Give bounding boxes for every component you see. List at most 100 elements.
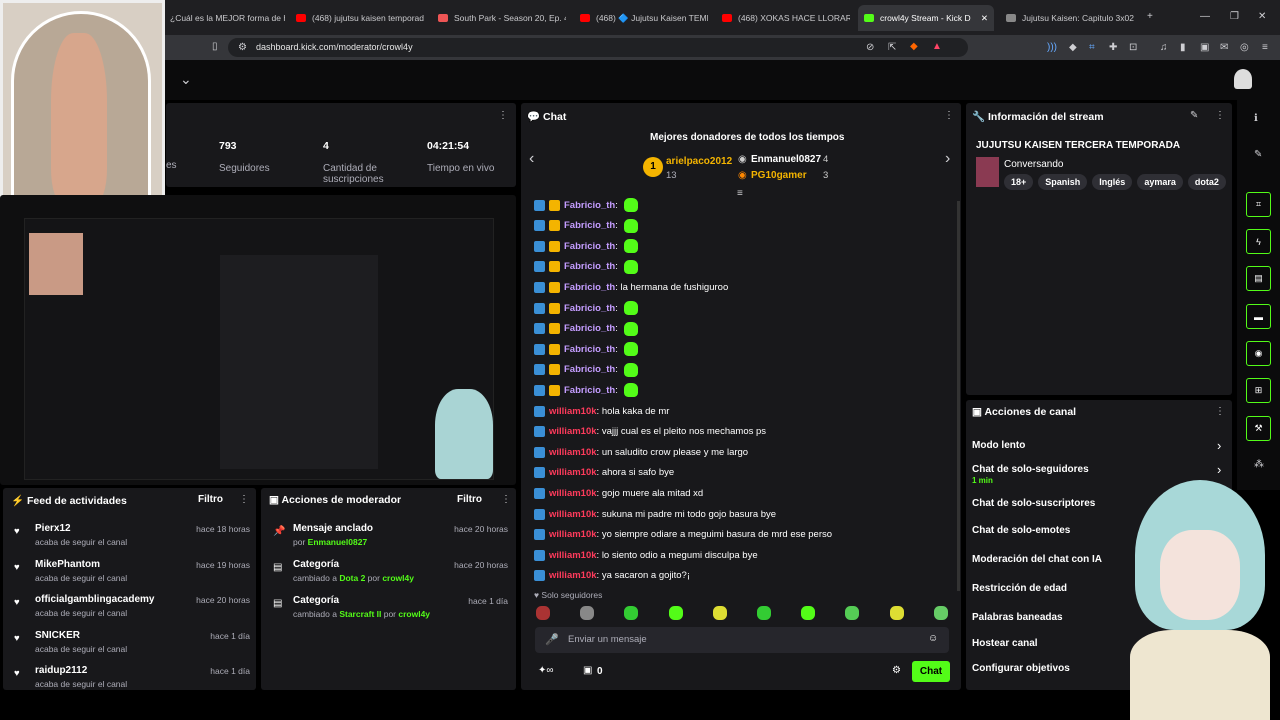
gift-icon[interactable]: ▣ [583,665,592,676]
chat-message[interactable]: william10k: lo siento odio a megumi disc… [534,547,758,563]
emote-icon[interactable] [757,606,771,620]
vpn-icon[interactable]: ✉ [1220,43,1228,53]
chat-username[interactable]: william10k [549,447,597,458]
browser-tab[interactable]: (468) XOKAS HACE LLORAR A [722,5,850,31]
chat-message[interactable]: william10k: hola kaka de mr [534,403,669,419]
more-options-icon[interactable]: ⋮ [498,111,508,121]
chat-message[interactable]: william10k: ya sacaron a gojito?¡ [534,568,690,584]
activity-filter-button[interactable]: Filtro [198,494,223,505]
chat-input[interactable]: 🎤 Enviar un mensaje ☺ [535,627,949,653]
chat-message[interactable]: Fabricio_th: [534,218,639,234]
channel-action-item[interactable]: Palabras baneadas [972,612,1063,623]
channel-action-item[interactable]: Chat de solo-suscriptores [972,498,1095,509]
collapse-icon[interactable]: ≡ [737,189,743,199]
close-tab-icon[interactable]: ✕ [981,13,988,24]
chevron-right-icon[interactable]: › [1217,438,1221,453]
channel-action-item[interactable]: Chat de solo-seguidores 1 min [972,464,1089,485]
activity-item[interactable]: ♥ officialgamblingacademy acaba de seguir … [14,594,250,618]
chat-username[interactable]: Fabricio_th [564,220,615,231]
chevron-down-icon[interactable]: ⌄ [180,72,192,86]
stream-tag[interactable]: Inglés [1092,174,1133,190]
sidebar-icon[interactable]: ▮ [1180,43,1186,53]
shapes-icon[interactable]: ⁂ [1254,460,1264,470]
menu-icon[interactable]: ≡ [1262,43,1268,53]
emote-icon[interactable] [580,606,595,620]
channel-action-item[interactable]: Hostear canal [972,638,1038,649]
mod-action-item[interactable]: 📌 Mensaje anclado por Enmanuel0827 hace 20 … [273,523,508,547]
chat-bubble-icon[interactable]: ▬ [1246,304,1271,329]
chat-message[interactable]: william10k: sukuna mi padre mi todo gojo… [534,506,776,522]
chat-username[interactable]: Fabricio_th [564,344,615,355]
emote-icon[interactable] [624,606,639,620]
chat-message[interactable]: william10k: un saludito crow please y me… [534,444,748,460]
wallet-icon[interactable]: ▣ [1200,43,1209,53]
browser-tab[interactable]: Jujutsu Kaisen: Capitulo 3x02 [1006,5,1136,31]
site-settings-icon[interactable]: ⚙ [238,43,247,53]
emote-icon[interactable] [712,606,727,620]
lightning-icon[interactable]: ϟ [1246,229,1271,254]
activity-item[interactable]: ♥ SNICKER acaba de seguir el canal hace 1 d… [14,630,250,654]
chat-message[interactable]: william10k: ahora si safo bye [534,465,674,481]
browser-tab-active[interactable]: crowl4y Stream - Kick D ✕ [858,5,994,31]
preview-video[interactable] [24,218,494,480]
chat-message[interactable]: Fabricio_th: [534,259,639,275]
activity-item[interactable]: ♥ raidup2112 acaba de seguir el canal hace … [14,665,250,689]
emote-icon[interactable] [933,606,948,620]
maximize-icon[interactable]: ❐ [1230,12,1239,22]
bookmark-icon[interactable]: ▯ [212,42,218,52]
chat-message[interactable]: Fabricio_th: [534,321,639,337]
puzzle-icon[interactable]: ✚ [1109,43,1117,53]
chevron-right-icon[interactable]: › [945,151,950,167]
chat-username[interactable]: Fabricio_th [564,364,615,375]
browser-tab[interactable]: South Park - Season 20, Ep. 4 [438,5,566,31]
avatar[interactable] [1234,69,1252,89]
chat-message[interactable]: william10k: gojo muere ala mitad xd [534,485,703,501]
minimize-icon[interactable]: — [1200,12,1210,22]
emoji-icon[interactable]: ☺ [928,633,938,644]
chat-message[interactable]: william10k: vajjj cual es el pleito nos … [534,424,766,440]
more-options-icon[interactable]: ⋮ [1215,407,1225,417]
download-icon[interactable]: ⊡ [1129,43,1137,53]
activity-item[interactable]: ♥ MikePhantom acaba de seguir el canal hace… [14,559,250,583]
chat-message[interactable]: william10k: yo siempre odiare a meguimi … [534,527,832,543]
emote-icon[interactable] [668,606,683,620]
chat-settings-icon[interactable]: ⚙ [892,665,901,676]
screenshot-icon[interactable]: ⌗ [1089,43,1095,53]
mod-filter-button[interactable]: Filtro [457,494,482,505]
chat-username[interactable]: Fabricio_th [564,241,615,252]
chat-username[interactable]: william10k [549,550,597,561]
channel-action-item[interactable]: Modo lento [972,440,1025,451]
pencil-icon[interactable]: ✎ [1254,150,1262,160]
channel-action-item[interactable]: Configurar objetivos [972,663,1070,674]
more-options-icon[interactable]: ⋮ [1215,111,1225,121]
stream-tag[interactable]: dota2 [1187,174,1226,190]
emote-icon[interactable] [889,606,904,620]
layout-icon[interactable]: ⊞ [1246,378,1271,403]
eye-off-icon[interactable]: ⊘ [866,43,874,53]
chat-message[interactable]: Fabricio_th: [534,362,639,378]
send-chat-button[interactable]: Chat [912,661,950,682]
microphone-icon[interactable]: 🎤 [545,633,559,646]
channel-action-item[interactable]: Restricción de edad [972,583,1067,594]
emote-icon[interactable] [845,606,860,620]
browser-tab[interactable]: ¿Cuál es la MEJOR forma de h [170,5,285,31]
stream-tag[interactable]: Spanish [1038,174,1088,190]
edit-icon[interactable]: ✎ [1190,111,1198,121]
brave-shield-icon[interactable]: ◆ [910,42,918,52]
scan-icon[interactable]: ⌗ [1246,192,1271,217]
chat-username[interactable]: william10k [549,570,597,581]
chat-username[interactable]: william10k [549,426,597,437]
close-window-icon[interactable]: ✕ [1258,12,1266,22]
chat-message[interactable]: Fabricio_th: la hermana de fushiguroo [534,279,728,295]
broadcast-icon[interactable]: ◉ [1246,341,1271,366]
chat-username[interactable]: william10k [549,467,597,478]
more-options-icon[interactable]: ⋮ [501,495,511,505]
audio-icon[interactable]: ))) [1047,43,1057,53]
browser-tab[interactable]: (468) 🔷 Jujutsu Kaisen TEMPO [580,5,708,31]
chat-username[interactable]: Fabricio_th [564,282,615,293]
chat-username[interactable]: Fabricio_th [564,261,615,272]
extension-icon[interactable]: ◆ [1069,43,1077,53]
chat-username[interactable]: Fabricio_th [564,385,615,396]
emote-icon[interactable] [801,606,816,620]
channel-action-item[interactable]: Chat de solo-emotes [972,525,1070,536]
